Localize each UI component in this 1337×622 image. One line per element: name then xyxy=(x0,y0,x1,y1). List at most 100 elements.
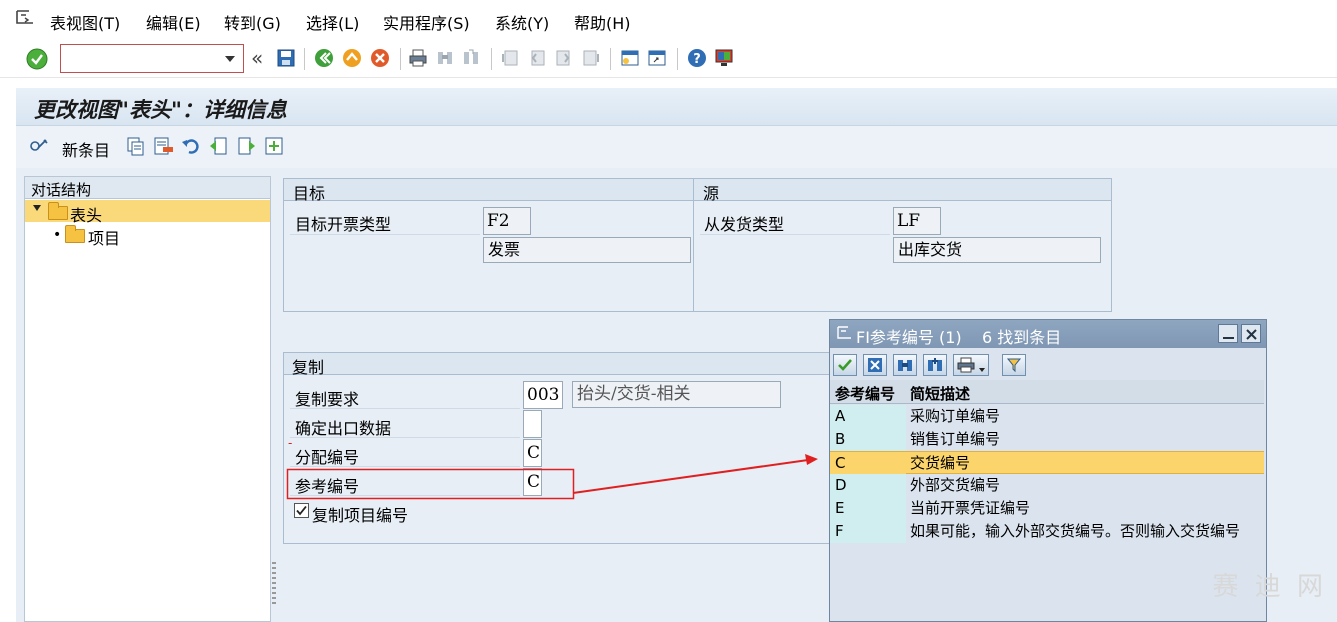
help-icon[interactable]: ? xyxy=(687,48,707,68)
back-icon[interactable] xyxy=(314,48,334,68)
row-key: D xyxy=(830,474,906,497)
previous-entry-icon[interactable] xyxy=(208,136,228,156)
column-header-description[interactable]: 简短描述 xyxy=(910,383,970,404)
target-billing-type-field[interactable]: F2 xyxy=(483,207,531,235)
popup-print-button[interactable] xyxy=(953,354,989,376)
popup-list-header xyxy=(830,380,1264,404)
new-session-icon[interactable] xyxy=(620,48,640,68)
toolbar-separator xyxy=(610,48,611,70)
copy-group-header xyxy=(284,353,830,375)
annotation-mark: - xyxy=(288,436,293,450)
exit-icon[interactable] xyxy=(342,48,362,68)
row-divider xyxy=(290,495,520,496)
popup-row[interactable]: D 外部交货编号 xyxy=(830,474,1264,497)
row-divider xyxy=(290,437,520,438)
filter-icon xyxy=(1006,358,1022,373)
copy-requirement-label: 复制要求 xyxy=(295,390,360,409)
minimize-icon xyxy=(1223,337,1234,339)
print-icon[interactable] xyxy=(408,48,428,68)
copy-requirement-field[interactable]: 003 xyxy=(523,381,563,409)
folder-icon xyxy=(65,225,85,243)
first-page-icon[interactable] xyxy=(500,48,520,68)
popup-row[interactable]: B 销售订单编号 xyxy=(830,428,1264,451)
row-key: B xyxy=(830,428,906,451)
popup-find-next-button[interactable] xyxy=(923,354,947,376)
copy-item-number-label: 复制项目编号 xyxy=(312,506,409,525)
target-billing-type-label: 目标开票类型 xyxy=(295,215,392,234)
export-data-label: 确定出口数据 xyxy=(295,419,392,438)
watermark: 赛 迪 网 xyxy=(1212,572,1327,602)
source-delivery-type-field[interactable]: LF xyxy=(893,207,941,235)
toolbar-separator xyxy=(304,48,305,70)
copy-as-icon[interactable] xyxy=(126,136,146,156)
select-block-icon[interactable] xyxy=(264,136,284,156)
popup-close-button[interactable] xyxy=(1241,324,1261,343)
popup-find-button[interactable] xyxy=(893,354,917,376)
enter-icon[interactable] xyxy=(26,48,48,70)
row-description: 如果可能，输入外部交货编号。否则输入交货编号 xyxy=(910,522,1241,540)
row-description: 采购订单编号 xyxy=(910,407,1001,425)
reference-number-field[interactable]: C xyxy=(523,468,542,496)
popup-filter-button[interactable] xyxy=(1002,354,1026,376)
collapse-icon[interactable]: « xyxy=(251,46,263,70)
menu-selection[interactable]: 选择(L) xyxy=(306,10,359,34)
popup-menu-icon[interactable] xyxy=(836,325,852,341)
display-change-icon[interactable] xyxy=(28,136,50,156)
last-page-icon[interactable] xyxy=(581,48,601,68)
popup-minimize-button[interactable] xyxy=(1218,324,1238,343)
splitter-handle[interactable] xyxy=(272,562,276,606)
popup-row[interactable]: E 当前开票凭证编号 xyxy=(830,497,1264,520)
undo-change-icon[interactable] xyxy=(181,136,201,156)
toolbar-separator xyxy=(677,48,678,70)
next-entry-icon[interactable] xyxy=(237,136,257,156)
popup-row[interactable]: A 采购订单编号 xyxy=(830,405,1264,428)
expand-arrow-icon[interactable] xyxy=(33,205,41,211)
find-next-icon[interactable] xyxy=(461,48,481,68)
next-page-icon[interactable] xyxy=(554,48,574,68)
popup-title: FI参考编号 (1) xyxy=(856,328,962,347)
popup-cancel-button[interactable] xyxy=(863,354,887,376)
allocation-number-field[interactable]: C xyxy=(523,439,542,467)
command-field[interactable] xyxy=(60,44,244,73)
system-menu-icon[interactable] xyxy=(14,8,36,28)
close-icon xyxy=(1246,329,1257,340)
menu-bar: 表视图(T) 编辑(E) 转到(G) 选择(L) 实用程序(S) 系统(Y) 帮… xyxy=(0,0,1337,40)
delete-icon[interactable] xyxy=(153,136,175,156)
row-description: 销售订单编号 xyxy=(910,430,1001,448)
copy-group-title: 复制 xyxy=(292,358,325,377)
chevron-down-icon[interactable] xyxy=(225,56,235,62)
new-entries-button[interactable]: 新条目 xyxy=(62,137,110,161)
menu-goto[interactable]: 转到(G) xyxy=(224,10,281,34)
printer-icon xyxy=(957,357,975,373)
menu-utilities[interactable]: 实用程序(S) xyxy=(383,10,470,34)
popup-accept-button[interactable] xyxy=(833,354,857,376)
shortcut-icon[interactable] xyxy=(647,48,667,68)
row-key: C xyxy=(830,452,906,475)
tree-node-item-label[interactable]: 项目 xyxy=(88,225,120,249)
find-icon[interactable] xyxy=(435,48,455,68)
source-delivery-type-description: 出库交货 xyxy=(893,237,1101,263)
row-key: A xyxy=(830,405,906,428)
toolbar-separator xyxy=(491,48,492,70)
cancel-icon[interactable] xyxy=(370,48,390,68)
menu-help[interactable]: 帮助(H) xyxy=(574,10,631,34)
tree-bullet: • xyxy=(53,227,62,243)
tree-node-header-label[interactable]: 表头 xyxy=(70,202,102,226)
menu-edit[interactable]: 编辑(E) xyxy=(146,10,201,34)
popup-row-selected[interactable]: C 交货编号 xyxy=(830,451,1264,475)
prev-page-icon[interactable] xyxy=(527,48,547,68)
row-description: 外部交货编号 xyxy=(910,476,1001,494)
target-group-title: 目标 xyxy=(293,184,326,203)
export-data-field[interactable] xyxy=(523,410,542,438)
column-header-key[interactable]: 参考编号 xyxy=(835,383,895,404)
menu-table-view[interactable]: 表视图(T) xyxy=(50,10,120,34)
row-description: 当前开票凭证编号 xyxy=(910,499,1031,517)
binoculars-plus-icon xyxy=(928,358,942,371)
popup-row[interactable]: F 如果可能，输入外部交货编号。否则输入交货编号 xyxy=(830,520,1264,543)
popup-hit-count: 6 找到条目 xyxy=(982,328,1062,347)
copy-item-number-checkbox[interactable] xyxy=(294,503,309,518)
menu-system[interactable]: 系统(Y) xyxy=(495,10,549,34)
save-icon[interactable] xyxy=(276,48,296,68)
customize-layout-icon[interactable] xyxy=(714,48,734,68)
row-divider xyxy=(290,234,480,235)
